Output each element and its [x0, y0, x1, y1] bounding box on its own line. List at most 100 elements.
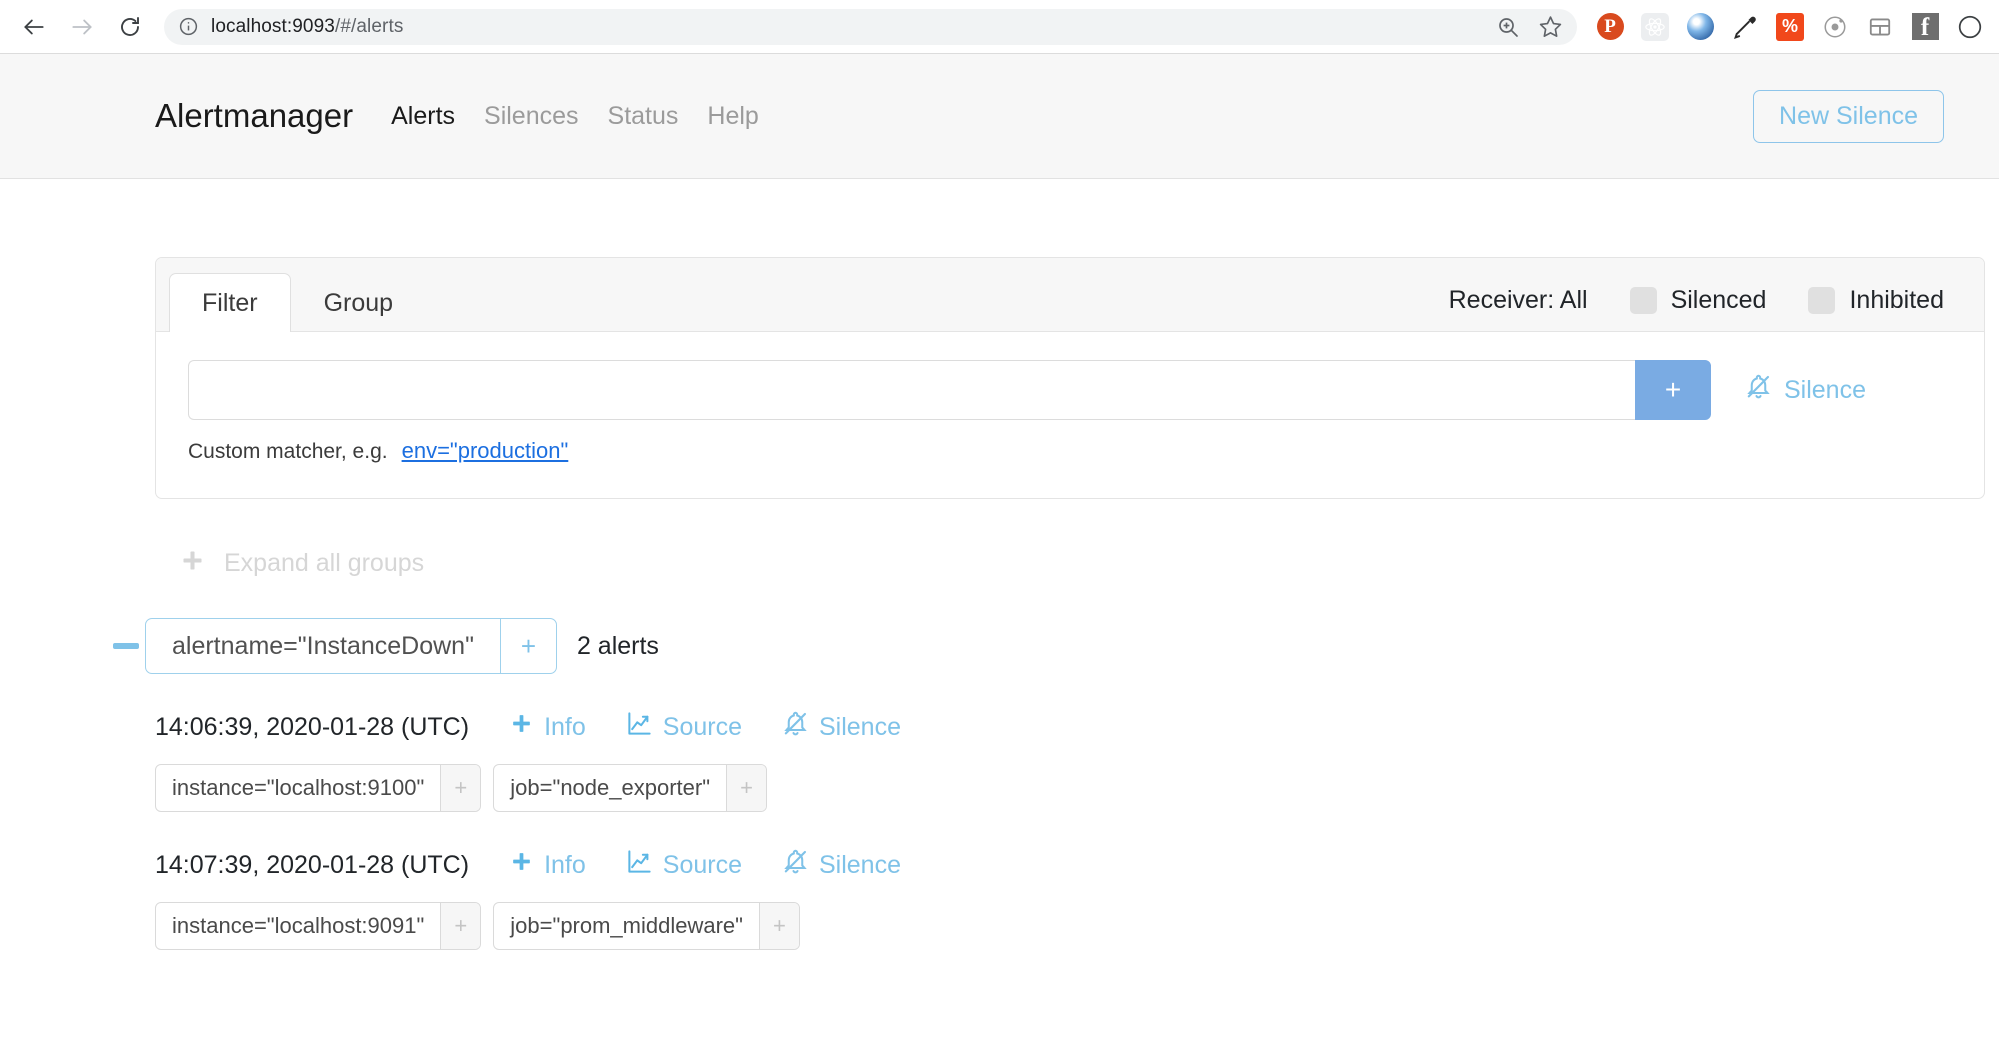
silenced-checkbox[interactable]: [1630, 287, 1657, 314]
plus-icon: [179, 547, 206, 580]
app-nav-links: Alerts Silences Status Help: [391, 102, 759, 131]
nav-link-status[interactable]: Status: [608, 102, 679, 131]
react-devtools-extension-icon[interactable]: [1640, 12, 1670, 42]
alert-timestamp: 14:07:39, 2020-01-28 (UTC): [155, 851, 469, 880]
matcher-helper: Custom matcher, e.g. env="production": [188, 438, 1952, 464]
alert-silence-label: Silence: [819, 851, 901, 880]
filter-header-controls: Receiver: All Silenced Inhibited: [1449, 286, 1944, 331]
chart-line-icon: [626, 848, 653, 882]
address-bar[interactable]: localhost:9093/#/alerts: [164, 9, 1577, 45]
chart-line-icon: [626, 710, 653, 744]
alert-label-add-button[interactable]: +: [726, 765, 766, 811]
alert-info-action[interactable]: Info: [509, 711, 586, 743]
nav-link-silences[interactable]: Silences: [484, 102, 579, 131]
filter-card-body: + Silence Custom matcher, e.g. env="prod: [156, 332, 1984, 498]
filter-silence-label: Silence: [1784, 376, 1866, 405]
alert-group-header: alertname="InstanceDown" + 2 alerts: [155, 618, 1985, 674]
alert-label-text: instance="localhost:9100": [156, 765, 440, 811]
alert-silence-label: Silence: [819, 713, 901, 742]
alert-label-text: instance="localhost:9091": [156, 903, 440, 949]
info-circle-icon[interactable]: [178, 16, 199, 37]
plus-icon: [509, 711, 534, 743]
matcher-row: + Silence: [188, 360, 1952, 420]
forward-arrow-icon[interactable]: [62, 7, 102, 47]
alert-silence-action[interactable]: Silence: [782, 848, 901, 882]
add-matcher-button[interactable]: +: [1635, 360, 1711, 420]
app-brand[interactable]: Alertmanager: [155, 97, 353, 135]
percent-extension-icon[interactable]: %: [1775, 12, 1805, 42]
alert-labels: instance="localhost:9091" + job="prom_mi…: [155, 902, 1985, 950]
layout-extension-icon[interactable]: [1865, 12, 1895, 42]
star-bookmark-icon[interactable]: [1538, 14, 1563, 39]
browser-nav-buttons: [14, 7, 150, 47]
filter-silence-action[interactable]: Silence: [1745, 360, 1866, 420]
alert-row: 14:06:39, 2020-01-28 (UTC) Info Source: [155, 710, 1985, 812]
alert-row: 14:07:39, 2020-01-28 (UTC) Info Source: [155, 848, 1985, 950]
alert-info-action[interactable]: Info: [509, 849, 586, 881]
alert-source-action[interactable]: Source: [626, 710, 742, 744]
matcher-example-link[interactable]: env="production": [402, 438, 569, 464]
new-silence-button[interactable]: New Silence: [1753, 90, 1944, 143]
alert-label-pill[interactable]: job="prom_middleware" +: [493, 902, 800, 950]
address-bar-url: localhost:9093/#/alerts: [211, 16, 403, 38]
main-content: Filter Group Receiver: All Silenced Inhi…: [0, 257, 1999, 950]
inhibited-label: Inhibited: [1849, 286, 1944, 315]
url-path: /#/alerts: [335, 16, 404, 37]
eyedropper-extension-icon[interactable]: [1730, 12, 1760, 42]
omnibox-actions: [1480, 14, 1563, 39]
back-arrow-icon[interactable]: [14, 7, 54, 47]
bell-slash-icon: [782, 710, 809, 744]
toggle-inhibited[interactable]: Inhibited: [1808, 286, 1944, 315]
filter-card-header: Filter Group Receiver: All Silenced Inhi…: [156, 258, 1984, 332]
inhibited-checkbox[interactable]: [1808, 287, 1835, 314]
alert-label-add-button[interactable]: +: [440, 903, 480, 949]
profile-avatar-icon[interactable]: [1955, 12, 1985, 42]
bell-slash-icon: [1745, 373, 1772, 407]
expand-all-groups-button[interactable]: Expand all groups: [155, 547, 1985, 580]
nav-link-help[interactable]: Help: [707, 102, 758, 131]
group-alert-count: 2 alerts: [577, 632, 659, 661]
alert-label-text: job="node_exporter": [494, 765, 726, 811]
group-matcher-label: alertname="InstanceDown": [146, 619, 500, 673]
tab-group[interactable]: Group: [291, 273, 426, 332]
reload-icon[interactable]: [110, 7, 150, 47]
facebook-extension-icon[interactable]: f: [1910, 12, 1940, 42]
browser-toolbar: localhost:9093/#/alerts P: [0, 0, 1999, 54]
alert-label-add-button[interactable]: +: [440, 765, 480, 811]
app-navbar: Alertmanager Alerts Silences Status Help…: [0, 54, 1999, 179]
pocket-extension-icon[interactable]: P: [1595, 12, 1625, 42]
alert-silence-action[interactable]: Silence: [782, 710, 901, 744]
alert-source-label: Source: [663, 851, 742, 880]
alert-source-label: Source: [663, 713, 742, 742]
extensions-bar: P %: [1595, 12, 1985, 42]
alert-source-action[interactable]: Source: [626, 848, 742, 882]
matcher-helper-text: Custom matcher, e.g.: [188, 440, 388, 464]
minus-icon[interactable]: [107, 643, 145, 649]
zoom-magnifier-icon[interactable]: [1496, 15, 1520, 39]
alert-label-pill[interactable]: instance="localhost:9100" +: [155, 764, 481, 812]
alert-label-text: job="prom_middleware": [494, 903, 759, 949]
expand-all-groups-label: Expand all groups: [224, 549, 424, 578]
alert-label-add-button[interactable]: +: [759, 903, 799, 949]
tab-filter[interactable]: Filter: [169, 273, 291, 332]
toggle-silenced[interactable]: Silenced: [1630, 286, 1767, 315]
receiver-selector[interactable]: Receiver: All: [1449, 286, 1588, 315]
matcher-input[interactable]: [188, 360, 1635, 420]
alert-timestamp: 14:06:39, 2020-01-28 (UTC): [155, 713, 469, 742]
group-matcher-pill[interactable]: alertname="InstanceDown" +: [145, 618, 557, 674]
alert-meta: 14:07:39, 2020-01-28 (UTC) Info Source: [155, 848, 1985, 882]
url-host: localhost:9093: [211, 16, 335, 37]
alert-info-label: Info: [544, 851, 586, 880]
alert-labels: instance="localhost:9100" + job="node_ex…: [155, 764, 1985, 812]
group-matcher-add-button[interactable]: +: [500, 619, 556, 673]
alert-label-pill[interactable]: job="node_exporter" +: [493, 764, 767, 812]
filter-card: Filter Group Receiver: All Silenced Inhi…: [155, 257, 1985, 499]
nav-link-alerts[interactable]: Alerts: [391, 102, 455, 131]
alert-label-pill[interactable]: instance="localhost:9091" +: [155, 902, 481, 950]
atom-extension-icon[interactable]: [1820, 12, 1850, 42]
matcher-input-group: +: [188, 360, 1711, 420]
silenced-label: Silenced: [1671, 286, 1767, 315]
blue-orb-extension-icon[interactable]: [1685, 12, 1715, 42]
alert-meta: 14:06:39, 2020-01-28 (UTC) Info Source: [155, 710, 1985, 744]
filter-tabs: Filter Group: [169, 272, 426, 331]
